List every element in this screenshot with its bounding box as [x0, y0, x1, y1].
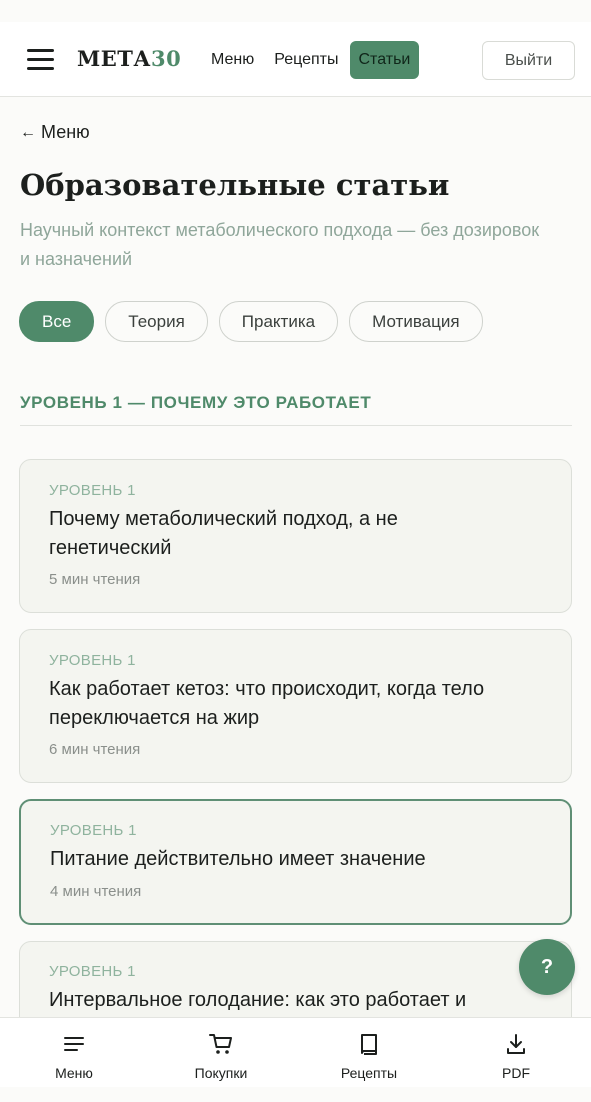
cart-icon [209, 1034, 232, 1054]
article-title: Интервальное голодание: как это работает… [49, 989, 467, 1011]
article-card[interactable]: УРОВЕНЬ 1 Как работает кетоз: что происх… [19, 629, 572, 783]
article-level: УРОВЕНЬ 1 [49, 482, 136, 499]
logout-button[interactable]: Выйти [482, 41, 575, 80]
bottom-nav-label: PDF [502, 1065, 530, 1081]
bottom-nav-recipes[interactable]: Рецепты [309, 1032, 429, 1081]
article-read-time: 5 мин чтения [49, 571, 141, 588]
help-button[interactable]: ? [519, 939, 575, 995]
filter-chip-practice[interactable]: Практика [218, 301, 339, 342]
bottom-nav-shopping[interactable]: Покупки [161, 1032, 281, 1081]
bottom-nav-label: Покупки [194, 1065, 248, 1081]
article-card[interactable]: УРОВЕНЬ 1 Почему метаболический подход, … [19, 459, 572, 613]
nav-item-menu[interactable]: Меню [202, 41, 263, 79]
menu-lines-icon [64, 1037, 84, 1051]
filter-chip-all[interactable]: Все [19, 301, 95, 342]
bottom-nav-pdf[interactable]: PDF [456, 1032, 576, 1081]
back-link[interactable]: ← Меню [20, 122, 90, 143]
section-divider [20, 425, 572, 426]
filter-chip-motivation[interactable]: Мотивация [349, 301, 483, 342]
top-header: МЕТА30 Меню Рецепты Статьи Выйти [0, 22, 591, 97]
filter-chips: Все Теория Практика Мотивация [19, 301, 494, 342]
bottom-nav-label: Меню [55, 1065, 93, 1081]
bottom-nav-menu[interactable]: Меню [14, 1032, 134, 1081]
article-card-selected[interactable]: УРОВЕНЬ 1 Питание действительно имеет зн… [19, 799, 572, 925]
nav-item-articles[interactable]: Статьи [349, 41, 420, 79]
filter-chip-theory[interactable]: Теория [105, 301, 208, 342]
bottom-nav: Меню Покупки Рецепты PDF [0, 1017, 591, 1088]
logo-accent: 30 [150, 46, 182, 71]
book-icon [361, 1034, 377, 1055]
hamburger-icon[interactable] [27, 49, 54, 71]
back-link-label: Меню [41, 122, 90, 142]
arrow-left-icon: ← [20, 123, 36, 141]
article-title: Питание действительно имеет значение [50, 848, 426, 870]
main-nav: Меню Рецепты Статьи [202, 41, 421, 79]
download-icon [507, 1034, 525, 1054]
article-read-time: 4 мин чтения [50, 883, 142, 900]
page-title: Образовательные статьи [20, 168, 450, 202]
nav-item-recipes[interactable]: Рецепты [265, 41, 347, 79]
article-level: УРОВЕНЬ 1 [49, 652, 136, 669]
section-heading: УРОВЕНЬ 1 — ПОЧЕМУ ЭТО РАБОТАЕТ [20, 393, 372, 412]
bottom-safe-area [0, 1087, 591, 1102]
article-title: Почему метаболический подход, а не генет… [49, 508, 398, 559]
logo[interactable]: МЕТА30 [77, 46, 181, 71]
article-title: Как работает кетоз: что происходит, когд… [49, 678, 485, 729]
page-subtitle: Научный контекст метаболического подхода… [20, 220, 540, 269]
article-level: УРОВЕНЬ 1 [49, 963, 136, 980]
bottom-nav-label: Рецепты [340, 1065, 398, 1081]
logo-text: МЕТА [77, 46, 151, 71]
articles-page: МЕТА30 Меню Рецепты Статьи Выйти ← Меню … [0, 0, 591, 1102]
article-level: УРОВЕНЬ 1 [50, 822, 137, 839]
article-read-time: 6 мин чтения [49, 741, 141, 758]
